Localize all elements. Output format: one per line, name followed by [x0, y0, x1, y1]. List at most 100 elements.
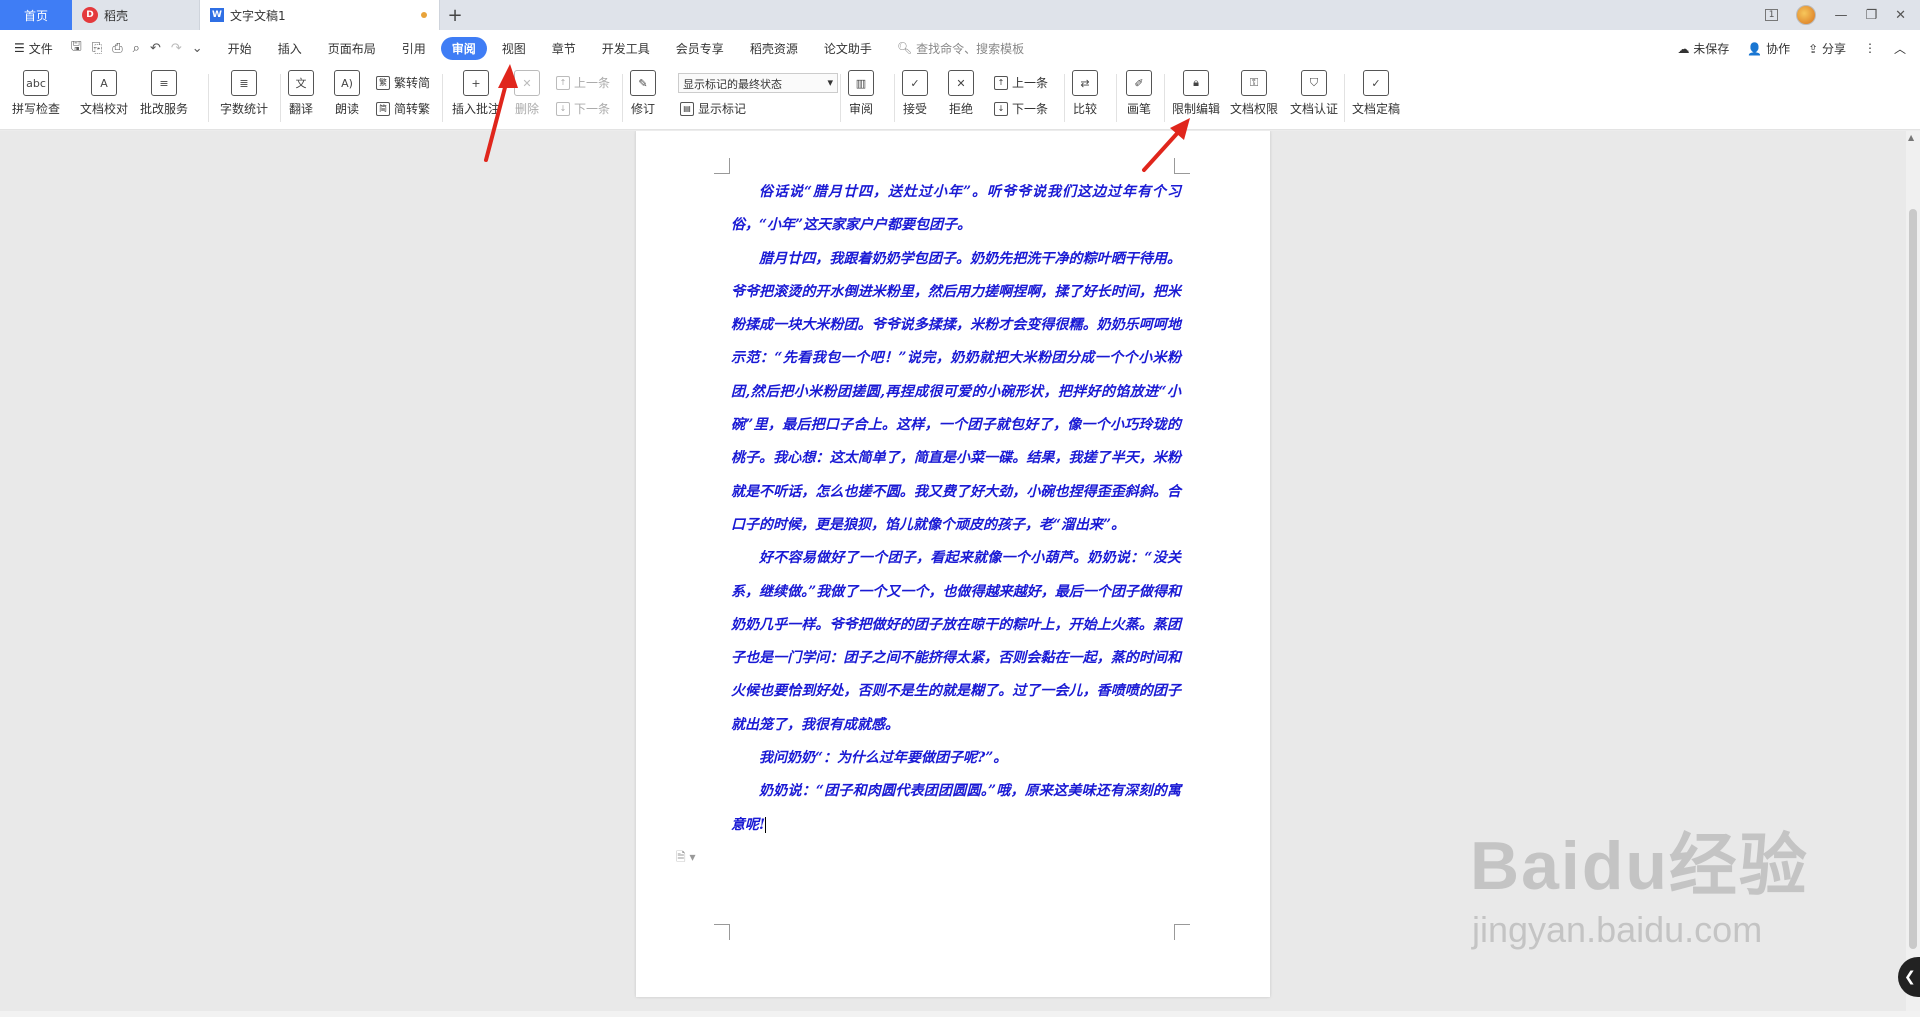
menu-tab-2[interactable]: 页面布局: [317, 37, 387, 60]
show-markup-button[interactable]: ▤ 显示标记: [680, 100, 746, 117]
doc-proof-icon: A: [91, 70, 117, 96]
minimize-button[interactable]: —: [1834, 8, 1847, 23]
review-pane-button[interactable]: ▥ 审阅: [848, 70, 874, 117]
ribbon-divider: [894, 74, 895, 122]
next-change-button[interactable]: ↓ 下一条: [994, 100, 1048, 117]
more-icon[interactable]: ⋮: [1864, 41, 1876, 55]
prev-change-button[interactable]: ↑ 上一条: [994, 74, 1048, 91]
document-body[interactable]: 俗话说“腊月廿四，送灶过小年”。听爷爷说我们这边过年有个习俗，“小年”这天家家户…: [731, 176, 1181, 842]
accept-button[interactable]: ✓ 接受: [902, 70, 928, 117]
collaborate-button[interactable]: 👤 协作: [1747, 40, 1790, 57]
doc-proof-button[interactable]: A 文档校对: [80, 70, 128, 117]
reject-button[interactable]: ✕ 拒绝: [948, 70, 974, 117]
comment-add-icon: +: [463, 70, 489, 96]
page-indicator[interactable]: 1: [1764, 9, 1779, 21]
tab-docer[interactable]: D 稻壳: [72, 0, 200, 30]
doc-finalize-label: 文档定稿: [1352, 102, 1401, 116]
pen-label: 画笔: [1126, 102, 1151, 116]
tab-document-label: 文字文稿1: [230, 8, 286, 23]
prev-comment-button[interactable]: ↑ 上一条: [556, 74, 610, 91]
compare-icon: ⇄: [1072, 70, 1098, 96]
menu-tab-6[interactable]: 章节: [541, 37, 587, 60]
accept-label: 接受: [902, 102, 927, 116]
menu-tab-0[interactable]: 开始: [217, 37, 263, 60]
review-pane-icon: ▥: [848, 70, 874, 96]
menu-tab-9[interactable]: 稻壳资源: [739, 37, 809, 60]
dropdown-arrow-icon: ▾: [827, 76, 833, 89]
comment-delete-icon: ✕: [514, 70, 540, 96]
pen-button[interactable]: ✐ 画笔: [1126, 70, 1152, 117]
insert-comment-button[interactable]: + 插入批注: [452, 70, 500, 117]
next-comment-button[interactable]: ↓ 下一条: [556, 100, 610, 117]
word-count-button[interactable]: ≣ 字数统计: [220, 70, 268, 117]
ribbon-divider: [622, 74, 623, 122]
spell-check-button[interactable]: abc 拼写检查: [12, 70, 60, 117]
export-pdf-icon[interactable]: ⎘: [92, 41, 102, 56]
restrict-edit-button[interactable]: 🔒︎ 限制编辑: [1172, 70, 1220, 117]
menu-tab-4[interactable]: 审阅: [440, 36, 487, 60]
pen-icon: ✐: [1126, 70, 1152, 96]
print-preview-icon[interactable]: ⌕: [133, 41, 140, 56]
tab-document[interactable]: W 文字文稿1: [200, 0, 440, 30]
menu-tab-3[interactable]: 引用: [391, 37, 437, 60]
unsaved-button[interactable]: ☁ 未保存: [1677, 40, 1729, 57]
new-tab-button[interactable]: +: [440, 0, 470, 30]
undo-icon[interactable]: ↶: [150, 41, 161, 56]
review-pane-label: 审阅: [848, 102, 873, 116]
unsaved-dot-icon: [421, 12, 427, 18]
word-count-icon: ≣: [231, 70, 257, 96]
text-cursor: [765, 816, 767, 833]
status-bar: [0, 1011, 1920, 1017]
doc-permission-button[interactable]: ⚿ 文档权限: [1230, 70, 1278, 117]
collapse-ribbon-icon[interactable]: ︿: [1894, 40, 1906, 57]
ribbon-divider: [1344, 74, 1345, 122]
markup-state-select[interactable]: 显示标记的最终状态 ▾: [678, 73, 838, 93]
next-comment-label: 下一条: [574, 102, 611, 116]
doc-certify-button[interactable]: ⛉ 文档认证: [1290, 70, 1338, 117]
read-aloud-button[interactable]: A) 朗读: [334, 70, 360, 117]
prev-comment-icon: ↑: [556, 75, 570, 90]
paragraph[interactable]: 奶奶说：“团子和肉圆代表团团圆圆。”哦，原来这美味还有深刻的寓意呢!: [731, 775, 1181, 842]
simp-to-trad-icon: 简: [376, 101, 390, 116]
redo-icon[interactable]: ↷: [171, 41, 182, 56]
collaborate-label: 协作: [1766, 41, 1791, 56]
menu-tab-5[interactable]: 视图: [491, 37, 537, 60]
menu-tab-7[interactable]: 开发工具: [591, 37, 661, 60]
delete-comment-button[interactable]: ✕ 删除: [514, 70, 540, 117]
vertical-scrollbar[interactable]: ▲ ▼: [1906, 131, 1920, 1011]
compare-button[interactable]: ⇄ 比较: [1072, 70, 1098, 117]
paragraph-layout-icon[interactable]: 🗎︎ ▾: [676, 848, 696, 869]
save-icon[interactable]: 🖫: [71, 37, 82, 59]
paragraph[interactable]: 腊月廿四，我跟着奶奶学包团子。奶奶先把洗干净的粽叶晒干待用。爷爷把滚烫的开水倒进…: [731, 243, 1181, 543]
share-button[interactable]: ⇪ 分享: [1808, 40, 1846, 57]
command-search-placeholder: 查找命令、搜索模板: [916, 41, 1025, 56]
paragraph[interactable]: 好不容易做好了一个团子，看起来就像一个小葫芦。奶奶说：“没关系，继续做。”我做了…: [731, 542, 1181, 742]
avatar[interactable]: [1796, 5, 1817, 25]
doc-finalize-button[interactable]: ✓ 文档定稿: [1352, 70, 1400, 117]
file-menu[interactable]: ☰ 文件: [0, 40, 65, 57]
review-service-icon: ≡: [151, 70, 177, 96]
tab-home[interactable]: 首页: [0, 0, 72, 30]
menu-tab-1[interactable]: 插入: [267, 37, 313, 60]
ribbon-divider: [208, 74, 209, 122]
trad-to-simp-button[interactable]: 繁繁转简: [376, 74, 430, 91]
margin-corner-mark: [714, 158, 730, 174]
customize-chevron-icon[interactable]: ⌄: [192, 41, 203, 56]
paragraph[interactable]: 俗话说“腊月廿四，送灶过小年”。听爷爷说我们这边过年有个习俗，“小年”这天家家户…: [731, 176, 1181, 243]
next-change-icon: ↓: [994, 101, 1008, 116]
review-service-button[interactable]: ≡ 批改服务: [140, 70, 188, 117]
command-search[interactable]: 🔍︎ 查找命令、搜索模板: [897, 40, 1024, 57]
paragraph[interactable]: 我问奶奶“：为什么过年要做团子呢?”。: [731, 742, 1181, 775]
revise-button[interactable]: ✎ 修订: [630, 70, 656, 117]
close-button[interactable]: ✕: [1895, 8, 1906, 23]
scrollbar-thumb[interactable]: [1909, 209, 1917, 949]
print-icon[interactable]: ⎙: [112, 41, 122, 56]
writer-logo-icon: W: [210, 8, 224, 22]
menu-tab-8[interactable]: 会员专享: [665, 37, 735, 60]
scroll-up-icon[interactable]: ▲: [1908, 133, 1914, 142]
delete-comment-label: 删除: [514, 102, 539, 116]
restore-button[interactable]: ❐: [1865, 8, 1877, 23]
menu-tab-10[interactable]: 论文助手: [813, 37, 883, 60]
simp-to-trad-button[interactable]: 简简转繁: [376, 100, 430, 117]
translate-button[interactable]: 文翻译: [288, 70, 314, 117]
